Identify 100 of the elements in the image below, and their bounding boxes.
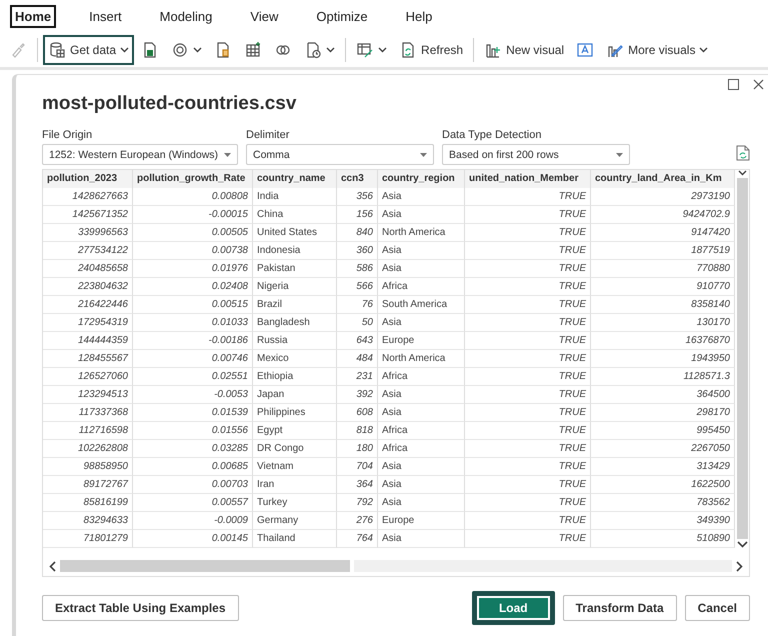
- scroll-left-icon[interactable]: [49, 560, 56, 572]
- table-cell: 102262808: [43, 440, 133, 458]
- toolbar-button[interactable]: More visuals: [601, 34, 714, 64]
- scrollbar-thumb[interactable]: [736, 178, 748, 539]
- table-cell: 172954319: [43, 314, 133, 332]
- table-cell: 89172767: [43, 476, 133, 494]
- table-cell: 0.00145: [133, 530, 253, 548]
- ribbon-tab[interactable]: Home: [10, 4, 56, 28]
- table-cell: Asia: [378, 476, 465, 494]
- table-cell: Turkey: [253, 494, 337, 512]
- table-cell: TRUE: [465, 494, 591, 512]
- dialog-button[interactable]: Extract Table Using Examples: [42, 595, 239, 621]
- table-cell: 360: [337, 242, 378, 260]
- table-cell: 0.03285: [133, 440, 253, 458]
- column-header: pollution_growth_Rate: [133, 170, 253, 188]
- table-cell: 98858950: [43, 458, 133, 476]
- column-header: country_region: [378, 170, 465, 188]
- chevron-icon: [326, 46, 336, 52]
- toolbar-button[interactable]: Get data: [43, 34, 134, 64]
- ribbon-tab[interactable]: Insert: [84, 4, 127, 28]
- table-cell: 364: [337, 476, 378, 494]
- table-cell: 818: [337, 422, 378, 440]
- dialog-button[interactable]: Cancel: [684, 595, 750, 621]
- close-icon[interactable]: [753, 79, 764, 90]
- table-cell: 0.00505: [133, 224, 253, 242]
- field-label: Data Type Detection: [442, 129, 542, 141]
- document-refresh-icon[interactable]: [736, 145, 750, 161]
- table-cell: 126527060: [43, 368, 133, 386]
- table-cell: 792: [337, 494, 378, 512]
- table-cell: TRUE: [465, 512, 591, 530]
- table-cell: 71801279: [43, 530, 133, 548]
- table-cell: 643: [337, 332, 378, 350]
- maximize-icon[interactable]: [728, 79, 739, 90]
- dialog-button[interactable]: Load: [472, 591, 555, 625]
- table-cell: South America: [378, 296, 465, 314]
- dropdown-field[interactable]: Comma: [246, 144, 434, 165]
- toolbar-button[interactable]: New visual: [479, 34, 570, 64]
- table-cell: 0.00738: [133, 242, 253, 260]
- table-cell: 0.02408: [133, 278, 253, 296]
- table-cell: Thailand: [253, 530, 337, 548]
- table-cell: 85816199: [43, 494, 133, 512]
- caret-icon: [420, 152, 427, 156]
- table-cell: 356: [337, 188, 378, 206]
- table-cell: Vietnam: [253, 458, 337, 476]
- dialog-button[interactable]: Transform Data: [562, 595, 677, 621]
- table-cell: 156: [337, 206, 378, 224]
- table-cell: Asia: [378, 188, 465, 206]
- toolbar-button[interactable]: Refresh: [394, 34, 468, 64]
- table-cell: TRUE: [465, 458, 591, 476]
- ribbon-tab[interactable]: Optimize: [311, 4, 373, 28]
- table-cell: Pakistan: [253, 260, 337, 278]
- table-cell: TRUE: [465, 368, 591, 386]
- table-cell: Brazil: [253, 296, 337, 314]
- dropdown-field[interactable]: Based on first 200 rows: [442, 144, 630, 165]
- field-label: Delimiter: [246, 129, 290, 141]
- table-cell: 180: [337, 440, 378, 458]
- table-cell: 76: [337, 296, 378, 314]
- table-cell: Asia: [378, 458, 465, 476]
- table-cell: 339996563: [43, 224, 133, 242]
- table-cell: -0.00015: [133, 206, 253, 224]
- table-cell: Germany: [253, 512, 337, 530]
- scrollbar-thumb[interactable]: [60, 560, 350, 572]
- table-cell: 240485658: [43, 260, 133, 278]
- column-header: united_nation_Member: [465, 170, 591, 188]
- table-cell: 0.01033: [133, 314, 253, 332]
- table-cell: 484: [337, 350, 378, 368]
- table-cell: TRUE: [465, 188, 591, 206]
- scroll-down-icon[interactable]: [736, 541, 748, 548]
- database-icon: [48, 40, 66, 58]
- table-cell: 608: [337, 404, 378, 422]
- table-cell: 566: [337, 278, 378, 296]
- ribbon-tab[interactable]: View: [245, 4, 284, 28]
- table-cell: 112716598: [43, 422, 133, 440]
- dropdown-field[interactable]: 1252: Western European (Windows): [42, 144, 238, 165]
- table-cell: 764: [337, 530, 378, 548]
- table-cell: 83294633: [43, 512, 133, 530]
- table-cell: North America: [378, 350, 465, 368]
- column-header: country_land_Area_in_Km: [591, 170, 735, 188]
- table-cell: DR Congo: [253, 440, 337, 458]
- table-cell: TRUE: [465, 332, 591, 350]
- table-cell: 0.00557: [133, 494, 253, 512]
- ribbon-tab[interactable]: Modeling: [154, 4, 218, 28]
- table-cell: Africa: [378, 422, 465, 440]
- table-cell: TRUE: [465, 242, 591, 260]
- table-cell: Asia: [378, 530, 465, 548]
- ribbon-tab[interactable]: Help: [400, 4, 438, 28]
- table-cell: TRUE: [465, 440, 591, 458]
- table-cell: 0.00703: [133, 476, 253, 494]
- table-cell: 0.01539: [133, 404, 253, 422]
- table-cell: Africa: [378, 440, 465, 458]
- scroll-right-icon[interactable]: [736, 560, 743, 572]
- table-cell: Asia: [378, 242, 465, 260]
- table-cell: TRUE: [465, 530, 591, 548]
- table-cell: Indonesia: [253, 242, 337, 260]
- table-cell: TRUE: [465, 296, 591, 314]
- table-cell: TRUE: [465, 476, 591, 494]
- table-cell: -0.0009: [133, 512, 253, 530]
- dialog-title: most-polluted-countries.csv: [42, 93, 298, 115]
- table-cell: 0.00685: [133, 458, 253, 476]
- chevron-icon: [120, 46, 130, 52]
